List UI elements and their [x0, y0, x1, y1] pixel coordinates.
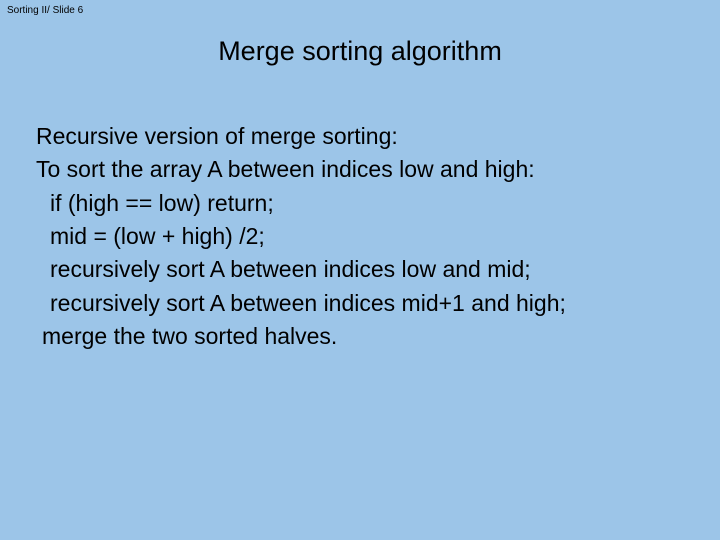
slide-body: Recursive version of merge sorting: To s…: [36, 120, 696, 353]
body-line: merge the two sorted halves.: [36, 320, 696, 353]
body-line: To sort the array A between indices low …: [36, 153, 696, 186]
body-line: if (high == low) return;: [36, 187, 696, 220]
slide-header-label: Sorting II/ Slide 6: [7, 5, 83, 16]
body-line: recursively sort A between indices low a…: [36, 253, 696, 286]
slide-title: Merge sorting algorithm: [0, 36, 720, 67]
body-line: mid = (low + high) /2;: [36, 220, 696, 253]
body-line: Recursive version of merge sorting:: [36, 120, 696, 153]
body-line: recursively sort A between indices mid+1…: [36, 287, 696, 320]
